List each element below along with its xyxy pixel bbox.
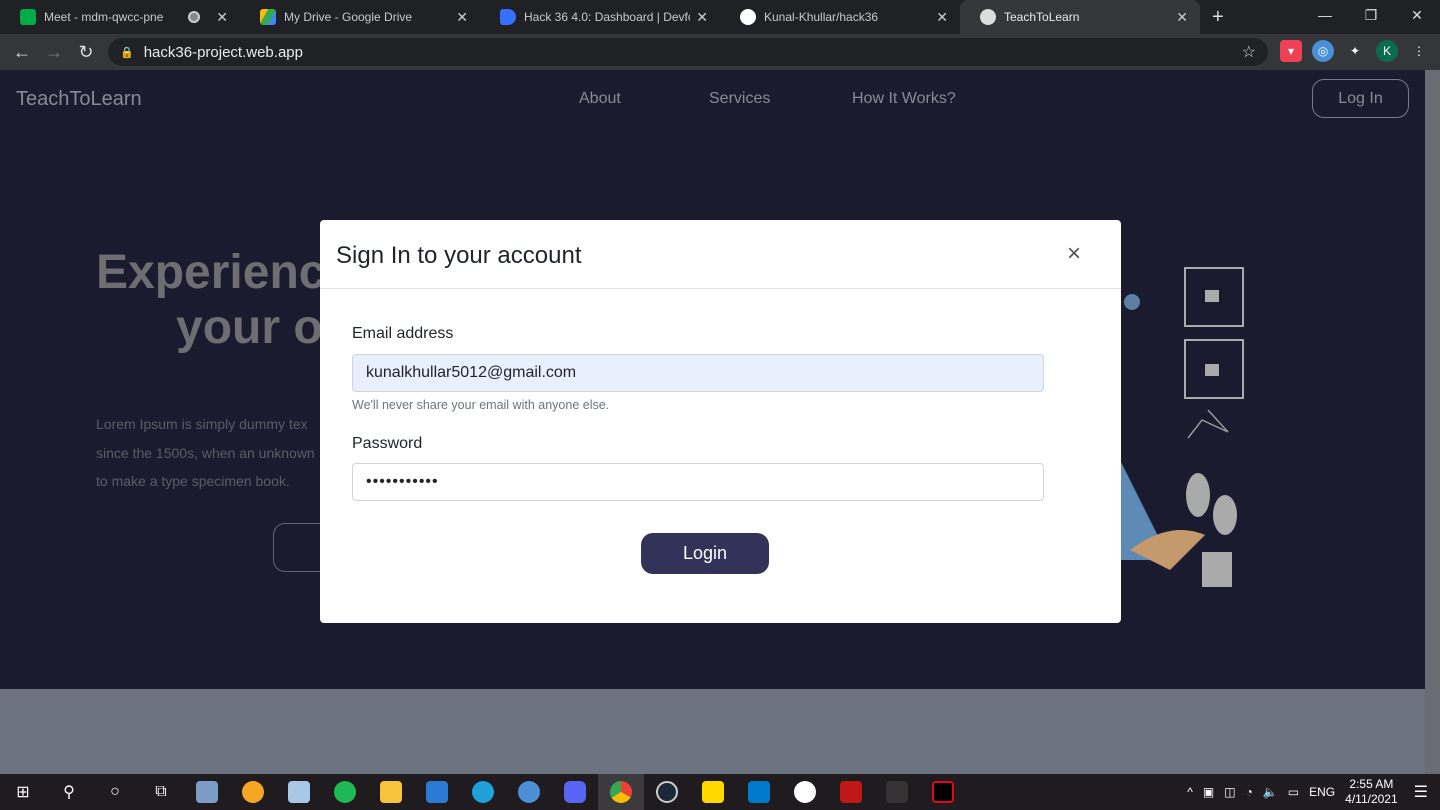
wifi-icon[interactable]: ◔ xyxy=(1246,785,1253,799)
password-field[interactable] xyxy=(352,463,1044,501)
discord-icon[interactable] xyxy=(552,774,598,810)
file-explorer-icon[interactable] xyxy=(368,774,414,810)
chrome-icon[interactable] xyxy=(598,774,644,810)
email-field[interactable] xyxy=(352,354,1044,392)
nav-login-button[interactable]: Log In xyxy=(1312,79,1409,118)
url-bar[interactable]: 🔒 hack36-project.web.app ☆ xyxy=(108,38,1268,66)
tab-teachtolearn[interactable]: TeachToLearn ✕ xyxy=(960,0,1200,34)
site-brand[interactable]: TeachToLearn xyxy=(16,88,142,111)
windows-taskbar: ⊞ ⚲ ○ ⧉ ^ ▣ ◫ ◔ 🔈 ▭ ENG 2:55 AM 4/11/2021… xyxy=(0,774,1440,810)
new-tab-button[interactable]: + xyxy=(1212,6,1224,29)
login-button[interactable]: Login xyxy=(641,533,769,574)
action-center-icon[interactable]: ☰ xyxy=(1414,782,1428,802)
minimize-button[interactable]: — xyxy=(1302,0,1348,30)
bookmark-star-icon[interactable]: ☆ xyxy=(1242,42,1256,62)
password-label: Password xyxy=(352,435,423,452)
devfolio-icon xyxy=(500,9,516,25)
recording-icon xyxy=(188,11,201,23)
edge-icon[interactable] xyxy=(460,774,506,810)
meet-now-icon[interactable]: ◫ xyxy=(1224,785,1235,799)
email-help-text: We'll never share your email with anyone… xyxy=(352,398,610,412)
chevron-up-icon[interactable]: ^ xyxy=(1187,785,1193,799)
address-bar-row: ← → ↻ 🔒 hack36-project.web.app ☆ ▾ ◎ ✦ K… xyxy=(0,34,1440,70)
close-tab-icon[interactable]: ✕ xyxy=(1176,9,1188,26)
tab-drive[interactable]: My Drive - Google Drive ✕ xyxy=(240,0,480,34)
spotify-icon[interactable] xyxy=(322,774,368,810)
close-tab-icon[interactable]: ✕ xyxy=(696,9,708,26)
lock-icon: 🔒 xyxy=(120,46,134,59)
forward-button[interactable]: → xyxy=(38,42,70,63)
battery-icon[interactable]: ▭ xyxy=(1288,785,1299,799)
google-drive-icon xyxy=(260,9,276,25)
clock[interactable]: 2:55 AM 4/11/2021 xyxy=(1345,777,1398,807)
language-indicator[interactable]: ENG xyxy=(1309,785,1335,799)
app-icon[interactable] xyxy=(276,774,322,810)
maximize-button[interactable]: ❐ xyxy=(1348,0,1394,30)
epic-games-icon[interactable] xyxy=(874,774,920,810)
extension-icon[interactable]: ◎ xyxy=(1312,40,1334,62)
close-tab-icon[interactable]: ✕ xyxy=(936,9,948,26)
netflix-icon[interactable] xyxy=(920,774,966,810)
avatar[interactable]: K xyxy=(1376,40,1398,62)
tab-devfolio[interactable]: Hack 36 4.0: Dashboard | Devfolio ✕ xyxy=(480,0,720,34)
github-icon xyxy=(740,9,756,25)
app-icon[interactable] xyxy=(506,774,552,810)
tab-github[interactable]: Kunal-Khullar/hack36 ✕ xyxy=(720,0,960,34)
page-footer-section xyxy=(0,689,1425,774)
education-illustration xyxy=(1120,267,1244,587)
app-icon[interactable] xyxy=(230,774,276,810)
close-icon[interactable]: × xyxy=(1067,240,1081,268)
sticky-notes-icon[interactable] xyxy=(690,774,736,810)
mcafee-icon[interactable] xyxy=(828,774,874,810)
app-icon[interactable] xyxy=(782,774,828,810)
volume-icon[interactable]: 🔈 xyxy=(1263,785,1278,799)
menu-kebab-icon[interactable]: ⋮ xyxy=(1408,40,1430,62)
close-tab-icon[interactable]: ✕ xyxy=(216,9,228,26)
sign-in-modal: Sign In to your account × Email address … xyxy=(320,220,1121,623)
cortana-icon[interactable]: ○ xyxy=(92,774,138,810)
search-icon[interactable]: ⚲ xyxy=(46,774,92,810)
steam-icon[interactable] xyxy=(644,774,690,810)
globe-icon xyxy=(980,9,996,25)
nav-services[interactable]: Services xyxy=(709,90,770,108)
page-scrollbar[interactable] xyxy=(1425,70,1440,774)
browser-tab-strip: Meet - mdm-qwcc-pne ✕ My Drive - Google D… xyxy=(0,0,1440,34)
extensions-puzzle-icon[interactable]: ✦ xyxy=(1344,40,1366,62)
email-label: Email address xyxy=(352,325,454,342)
nav-how-it-works[interactable]: How It Works? xyxy=(852,90,956,108)
windows-start-icon[interactable]: ⊞ xyxy=(0,774,46,810)
close-tab-icon[interactable]: ✕ xyxy=(456,9,468,26)
close-window-button[interactable]: ✕ xyxy=(1394,0,1440,30)
system-tray: ^ ▣ ◫ ◔ 🔈 ▭ ENG 2:55 AM 4/11/2021 ☰ xyxy=(1187,774,1440,810)
app-icon[interactable] xyxy=(184,774,230,810)
pocket-extension-icon[interactable]: ▾ xyxy=(1280,40,1302,62)
notification-app-icon[interactable]: ▣ xyxy=(1203,785,1214,799)
vscode-icon[interactable] xyxy=(736,774,782,810)
mail-icon[interactable] xyxy=(414,774,460,810)
google-meet-icon xyxy=(20,9,36,25)
tab-meet[interactable]: Meet - mdm-qwcc-pne ✕ xyxy=(0,0,240,34)
back-button[interactable]: ← xyxy=(6,42,38,63)
task-view-icon[interactable]: ⧉ xyxy=(138,774,184,810)
modal-title: Sign In to your account xyxy=(336,242,582,269)
reload-button[interactable]: ↻ xyxy=(70,42,102,63)
nav-about[interactable]: About xyxy=(579,90,621,108)
